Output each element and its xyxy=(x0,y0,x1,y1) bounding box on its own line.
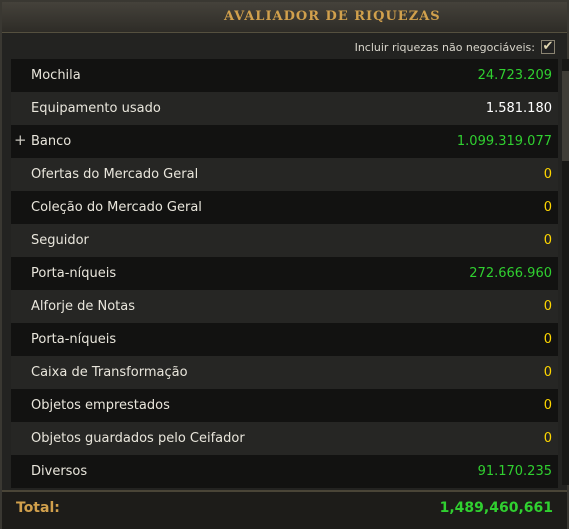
wealth-row-label: Diversos xyxy=(31,464,88,479)
wealth-row-label: Coleção do Mercado Geral xyxy=(31,200,202,215)
wealth-row: Coleção do Mercado Geral 0 xyxy=(11,191,558,224)
wealth-row-label: Caixa de Transformação xyxy=(31,365,188,380)
wealth-row: Diversos 91.170.235 xyxy=(11,455,558,488)
wealth-row-value: 272.666.960 xyxy=(469,266,552,281)
wealth-row: Objetos guardados pelo Ceifador 0 xyxy=(11,422,558,455)
wealth-row[interactable]: + Banco 1.099.319.077 xyxy=(11,125,558,158)
wealth-row-value: 0 xyxy=(543,431,552,446)
wealth-row-value: 1.581.180 xyxy=(485,101,552,116)
wealth-row: Objetos emprestados 0 xyxy=(11,389,558,422)
untradeable-checkbox[interactable]: ✔ xyxy=(541,40,555,54)
wealth-list: Mochila 24.723.209 Equipamento usado 1.581.… xyxy=(11,59,558,488)
wealth-row-label: Porta-níqueis xyxy=(31,332,117,347)
wealth-row-label: Porta-níqueis xyxy=(31,266,117,281)
expand-plus-icon[interactable]: + xyxy=(14,133,27,148)
untradeable-option-label: Incluir riquezas não negociáveis: xyxy=(354,40,535,54)
wealth-row-label: Ofertas do Mercado Geral xyxy=(31,167,199,182)
untradeable-option: Incluir riquezas não negociáveis: ✔ xyxy=(355,38,555,56)
wealth-row-label: Mochila xyxy=(31,68,81,83)
wealth-row: Mochila 24.723.209 xyxy=(11,59,558,92)
wealth-row-value: 0 xyxy=(543,167,552,182)
wealth-row-label: Objetos guardados pelo Ceifador xyxy=(31,431,245,446)
wealth-row: Caixa de Transformação 0 xyxy=(11,356,558,389)
wealth-evaluator-window: AVALIADOR DE RIQUEZAS Incluir riquezas n… xyxy=(0,0,569,529)
wealth-row-value: 0 xyxy=(543,332,552,347)
scrollbar-thumb[interactable] xyxy=(562,71,569,161)
wealth-row-value: 24.723.209 xyxy=(477,68,552,83)
wealth-row-value: 0 xyxy=(543,299,552,314)
wealth-row-label: Equipamento usado xyxy=(31,101,161,116)
wealth-row-label: Objetos emprestados xyxy=(31,398,170,413)
scrollbar[interactable] xyxy=(562,59,569,485)
wealth-row-value: 91.170.235 xyxy=(477,464,552,479)
checkmark-icon: ✔ xyxy=(542,39,554,54)
wealth-row-value: 1.099.319.077 xyxy=(456,134,552,149)
title-bar[interactable]: AVALIADOR DE RIQUEZAS xyxy=(2,2,567,33)
wealth-row: Equipamento usado 1.581.180 xyxy=(11,92,558,125)
wealth-row: Alforje de Notas 0 xyxy=(11,290,558,323)
wealth-row: Porta-níqueis 0 xyxy=(11,323,558,356)
total-label: Total: xyxy=(16,500,60,516)
wealth-row: Ofertas do Mercado Geral 0 xyxy=(11,158,558,191)
wealth-row-value: 0 xyxy=(543,233,552,248)
wealth-row: Seguidor 0 xyxy=(11,224,558,257)
total-value: 1,489,460,661 xyxy=(439,500,553,516)
wealth-row: Porta-níqueis 272.666.960 xyxy=(11,257,558,290)
window-title: AVALIADOR DE RIQUEZAS xyxy=(224,9,441,24)
wealth-row-value: 0 xyxy=(543,398,552,413)
wealth-row-value: 0 xyxy=(543,200,552,215)
wealth-row-label: Alforje de Notas xyxy=(31,299,136,314)
wealth-row-label: Seguidor xyxy=(31,233,89,248)
wealth-row-value: 0 xyxy=(543,365,552,380)
wealth-row-label: Banco xyxy=(31,134,72,149)
total-bar: Total: 1,489,460,661 xyxy=(2,490,567,529)
